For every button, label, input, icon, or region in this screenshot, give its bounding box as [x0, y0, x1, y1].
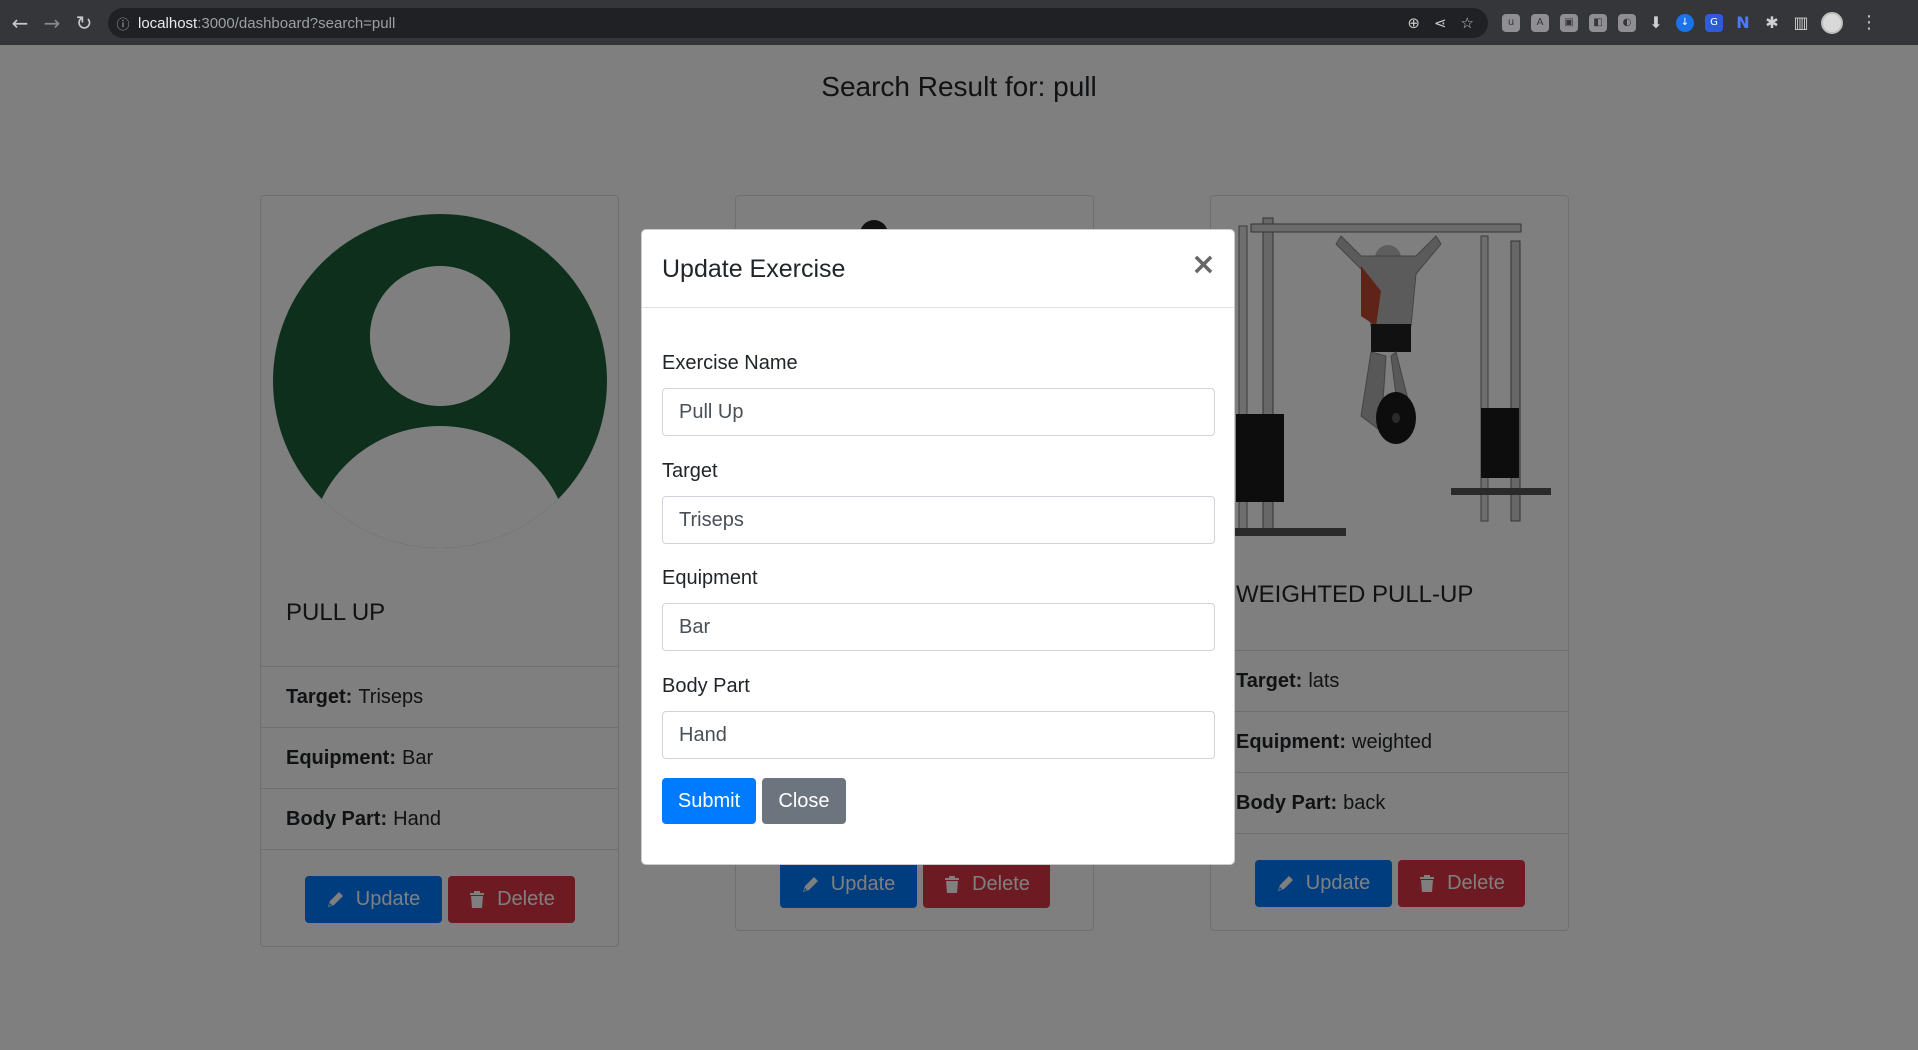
forward-icon[interactable]: → [36, 0, 68, 45]
exercise-name-input[interactable]: Pull Up [662, 388, 1215, 436]
side-panel-icon[interactable]: ▥ [1792, 13, 1810, 32]
download-extension-icon[interactable]: ⬇ [1647, 13, 1665, 32]
close-icon[interactable]: × [1191, 250, 1216, 280]
target-label: Target [662, 460, 718, 482]
url-path: :3000/dashboard?search=pull [197, 14, 396, 32]
bookmark-star-icon[interactable]: ☆ [1461, 14, 1474, 32]
target-input[interactable]: Triseps [662, 496, 1215, 544]
translate-icon[interactable]: G [1705, 13, 1723, 32]
ublock-icon[interactable]: u [1502, 13, 1520, 32]
exercise-name-label: Exercise Name [662, 352, 798, 374]
extension-icon[interactable]: ▣ [1560, 13, 1578, 32]
modal-header: Update Exercise × [642, 230, 1234, 308]
equipment-input[interactable]: Bar [662, 603, 1215, 651]
extension-icon[interactable]: ◐ [1618, 13, 1636, 32]
reload-icon[interactable]: ↻ [68, 0, 100, 45]
extensions-bar: u A ▣ ◧ ◐ ⬇ ↓ G N ✱ ▥ ⋮ [1502, 0, 1878, 45]
profile-avatar[interactable] [1821, 11, 1843, 34]
notion-icon[interactable]: N [1734, 13, 1752, 32]
address-bar[interactable]: ⓘ localhost:3000/dashboard?search=pull ⊕… [108, 8, 1488, 38]
submit-button[interactable]: Submit [662, 778, 756, 824]
puzzle-icon[interactable]: ✱ [1763, 13, 1781, 32]
close-button[interactable]: Close [762, 778, 846, 824]
body-part-label: Body Part [662, 675, 750, 697]
menu-icon[interactable]: ⋮ [1860, 12, 1878, 33]
browser-toolbar: ← → ↻ ⓘ localhost:3000/dashboard?search=… [0, 0, 1918, 45]
extension-icon[interactable]: ◧ [1589, 13, 1607, 32]
body-part-input[interactable]: Hand [662, 711, 1215, 759]
update-exercise-modal: Update Exercise × Exercise Name Pull Up … [641, 229, 1235, 865]
equipment-label: Equipment [662, 567, 758, 589]
back-icon[interactable]: ← [4, 0, 36, 45]
zoom-icon[interactable]: ⊕ [1407, 14, 1420, 32]
modal-title: Update Exercise [662, 255, 846, 283]
download-icon[interactable]: ↓ [1676, 13, 1694, 32]
url-host: localhost [138, 14, 198, 32]
site-info-icon[interactable]: ⓘ [108, 14, 138, 33]
adblock-icon[interactable]: A [1531, 13, 1549, 32]
share-icon[interactable]: ⋖ [1434, 14, 1447, 32]
